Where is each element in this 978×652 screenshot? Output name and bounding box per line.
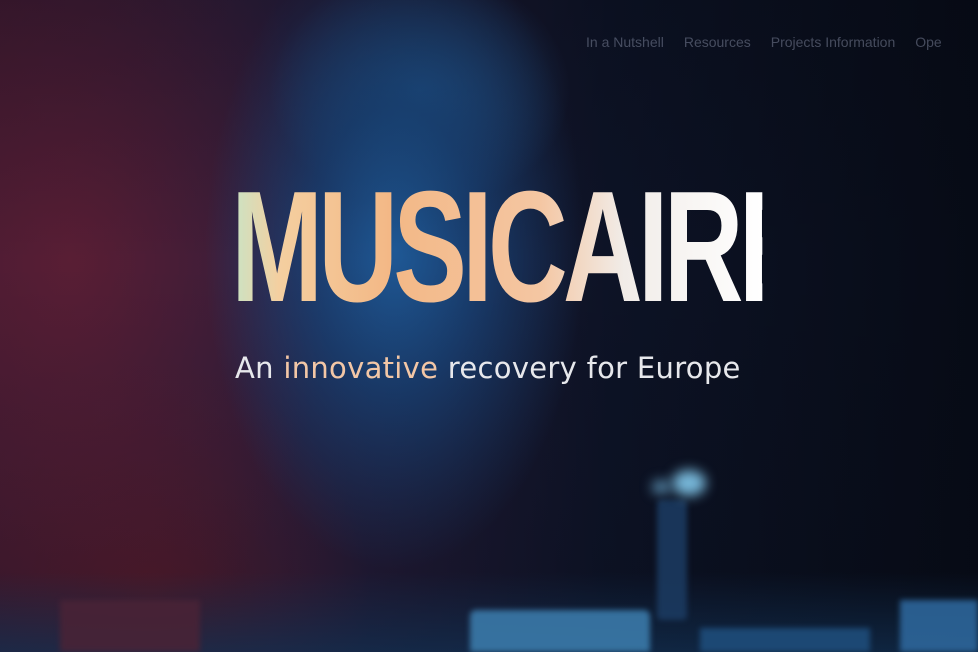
brand-logo: MUSICAIRE — [231, 168, 812, 326]
nav-link-open[interactable]: Ope — [915, 30, 941, 54]
main-navigation: In a Nutshell Resources Projects Informa… — [586, 30, 942, 54]
brand-title: MUSICAIRE — [231, 159, 812, 335]
stage-light — [652, 480, 670, 494]
tagline-prefix: An — [235, 351, 284, 385]
nav-link-projects-information[interactable]: Projects Information — [771, 30, 896, 54]
nav-link-in-a-nutshell[interactable]: In a Nutshell — [586, 30, 664, 54]
nav-link-resources[interactable]: Resources — [684, 30, 751, 54]
microphone-stand — [657, 500, 687, 620]
hero-tagline: An innovative recovery for Europe — [235, 350, 741, 386]
stage-equipment — [470, 610, 650, 652]
tagline-suffix: recovery for Europe — [438, 351, 741, 385]
stage-light — [672, 470, 706, 496]
tagline-highlight: innovative — [283, 351, 439, 385]
stage-equipment — [900, 600, 978, 652]
stage-equipment — [60, 600, 200, 652]
hero-section: In a Nutshell Resources Projects Informa… — [0, 0, 978, 652]
stage-equipment — [700, 628, 870, 652]
